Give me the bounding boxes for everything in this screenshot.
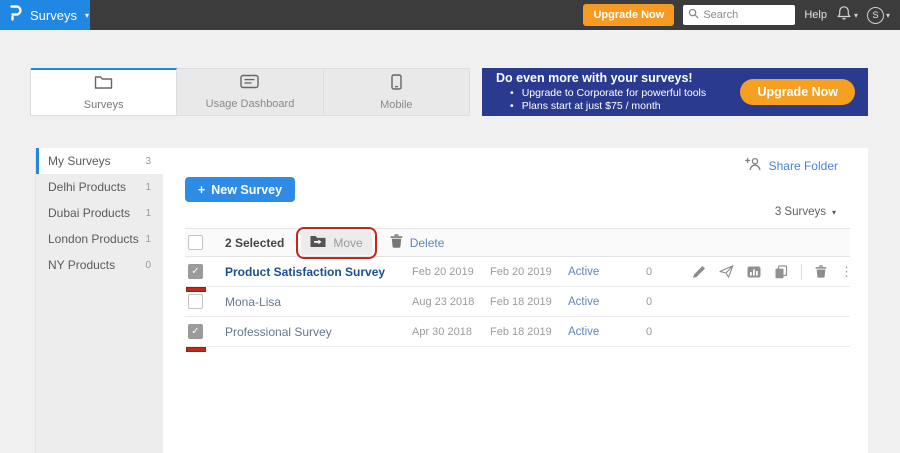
move-folder-icon [310, 235, 326, 251]
sidebar-item-ny-products[interactable]: NY Products 0 [36, 252, 163, 278]
status-badge[interactable]: Active [568, 326, 646, 338]
search-icon [688, 6, 699, 24]
select-all-checkbox[interactable] [188, 235, 203, 250]
check-icon: ✓ [191, 326, 199, 337]
plus-icon: + [198, 183, 205, 197]
tab-surveys[interactable]: Surveys [31, 68, 177, 115]
created-date: Apr 30 2018 [412, 326, 490, 338]
search-box[interactable] [683, 5, 795, 25]
responses-count: 0 [646, 266, 680, 278]
check-icon: ✓ [191, 266, 199, 277]
sidebar-item-london-products[interactable]: London Products 1 [36, 226, 163, 252]
move-highlight-annotation: Move [296, 227, 376, 259]
bullet-icon: • [510, 100, 514, 112]
table-row: Mona-Lisa Aug 23 2018 Feb 18 2019 Active… [185, 287, 850, 317]
status-badge[interactable]: Active [568, 266, 646, 278]
checkbox-underline-annotation [186, 347, 206, 352]
product-switcher[interactable]: Surveys ▾ [0, 0, 90, 30]
trash-icon [390, 234, 403, 251]
new-survey-button[interactable]: + New Survey [185, 177, 295, 202]
account-menu[interactable]: S ▾ [867, 7, 890, 24]
send-icon[interactable] [719, 265, 734, 278]
row-checkbox-cell: ✓ [185, 264, 225, 279]
created-date: Feb 20 2019 [412, 266, 490, 278]
tab-label: Surveys [84, 99, 124, 111]
folder-count: 1 [145, 234, 151, 245]
promo-bullet: •Upgrade to Corporate for powerful tools [496, 87, 706, 100]
responses-count: 0 [646, 296, 680, 308]
folder-count: 1 [145, 208, 151, 219]
chevron-down-icon: ▾ [832, 208, 836, 217]
more-options-icon[interactable]: ⋮ [840, 266, 853, 278]
share-folder-link[interactable]: Share Folder [745, 157, 838, 174]
folder-count: 1 [145, 182, 151, 193]
tab-usage-dashboard[interactable]: Usage Dashboard [177, 69, 323, 115]
mobile-icon [391, 74, 402, 95]
selection-toolbar: 2 Selected Move Delete [185, 228, 850, 257]
move-button[interactable]: Move [301, 231, 371, 255]
row-checkbox-cell [185, 294, 225, 309]
tab-mobile[interactable]: Mobile [324, 69, 469, 115]
main-content: Share Folder + New Survey 3 Surveys ▾ 2 … [163, 148, 868, 453]
view-tabs: Surveys Usage Dashboard Mobile [30, 68, 470, 116]
folder-count: 3 [145, 156, 151, 167]
row-checkbox[interactable]: ✓ [188, 324, 203, 339]
delete-button[interactable]: Delete [390, 234, 445, 251]
promo-text: Do even more with your surveys! •Upgrade… [482, 71, 706, 113]
bullet-icon: • [510, 87, 514, 99]
topbar: Surveys ▾ Upgrade Now Help ▾ S ▾ [0, 0, 900, 30]
row-checkbox[interactable] [188, 294, 203, 309]
app-window: Surveys ▾ Upgrade Now Help ▾ S ▾ [0, 0, 900, 453]
search-input[interactable] [703, 9, 783, 21]
responses-count: 0 [646, 326, 680, 338]
surveys-count-dropdown[interactable]: 3 Surveys ▾ [775, 206, 836, 218]
checkbox-underline-annotation [186, 287, 206, 292]
selected-count: 2 Selected [225, 236, 284, 250]
topbar-controls: Upgrade Now Help ▾ S ▾ [583, 4, 900, 26]
survey-title[interactable]: Product Satisfaction Survey [225, 265, 412, 279]
banner-upgrade-button[interactable]: Upgrade Now [740, 79, 855, 105]
row-actions: ⋮ [680, 264, 853, 280]
tab-label: Mobile [380, 99, 412, 111]
promo-banner: Do even more with your surveys! •Upgrade… [482, 68, 868, 116]
chevron-down-icon: ▾ [85, 11, 89, 20]
sidebar-item-my-surveys[interactable]: My Surveys 3 [36, 148, 163, 174]
tab-label: Usage Dashboard [206, 98, 295, 110]
edit-pencil-icon[interactable] [692, 265, 706, 279]
row-checkbox-cell: ✓ [185, 324, 225, 339]
created-date: Aug 23 2018 [412, 296, 490, 308]
survey-title[interactable]: Professional Survey [225, 325, 412, 339]
folder-count: 0 [145, 260, 151, 271]
notifications-menu[interactable]: ▾ [836, 5, 858, 25]
chevron-down-icon: ▾ [886, 11, 890, 20]
help-link[interactable]: Help [804, 9, 827, 21]
surveys-table: ✓ Product Satisfaction Survey Feb 20 201… [185, 257, 850, 347]
bell-icon [836, 5, 852, 25]
row-checkbox[interactable]: ✓ [188, 264, 203, 279]
sidebar-item-delhi-products[interactable]: Delhi Products 1 [36, 174, 163, 200]
dashboard-icon [240, 74, 259, 94]
folders-sidebar: My Surveys 3 Delhi Products 1 Dubai Prod… [35, 148, 163, 453]
proprofs-logo-icon [9, 4, 22, 26]
share-person-icon [745, 157, 762, 174]
table-row: ✓ Product Satisfaction Survey Feb 20 201… [185, 257, 850, 287]
upgrade-now-button[interactable]: Upgrade Now [583, 4, 674, 26]
actions-divider [801, 264, 802, 280]
sidebar-item-dubai-products[interactable]: Dubai Products 1 [36, 200, 163, 226]
status-badge[interactable]: Active [568, 296, 646, 308]
promo-bullet: •Plans start at just $75 / month [496, 100, 706, 113]
avatar: S [867, 7, 884, 24]
chevron-down-icon: ▾ [854, 11, 858, 20]
promo-title: Do even more with your surveys! [496, 71, 706, 85]
duplicate-copy-icon[interactable] [774, 265, 788, 279]
product-menu-label: Surveys [30, 8, 77, 23]
modified-date: Feb 18 2019 [490, 296, 568, 308]
table-row: ✓ Professional Survey Apr 30 2018 Feb 18… [185, 317, 850, 347]
survey-title[interactable]: Mona-Lisa [225, 295, 412, 309]
folder-icon [94, 75, 113, 95]
reports-stats-icon[interactable] [747, 266, 761, 278]
modified-date: Feb 20 2019 [490, 266, 568, 278]
modified-date: Feb 18 2019 [490, 326, 568, 338]
row-trash-icon[interactable] [815, 265, 827, 278]
